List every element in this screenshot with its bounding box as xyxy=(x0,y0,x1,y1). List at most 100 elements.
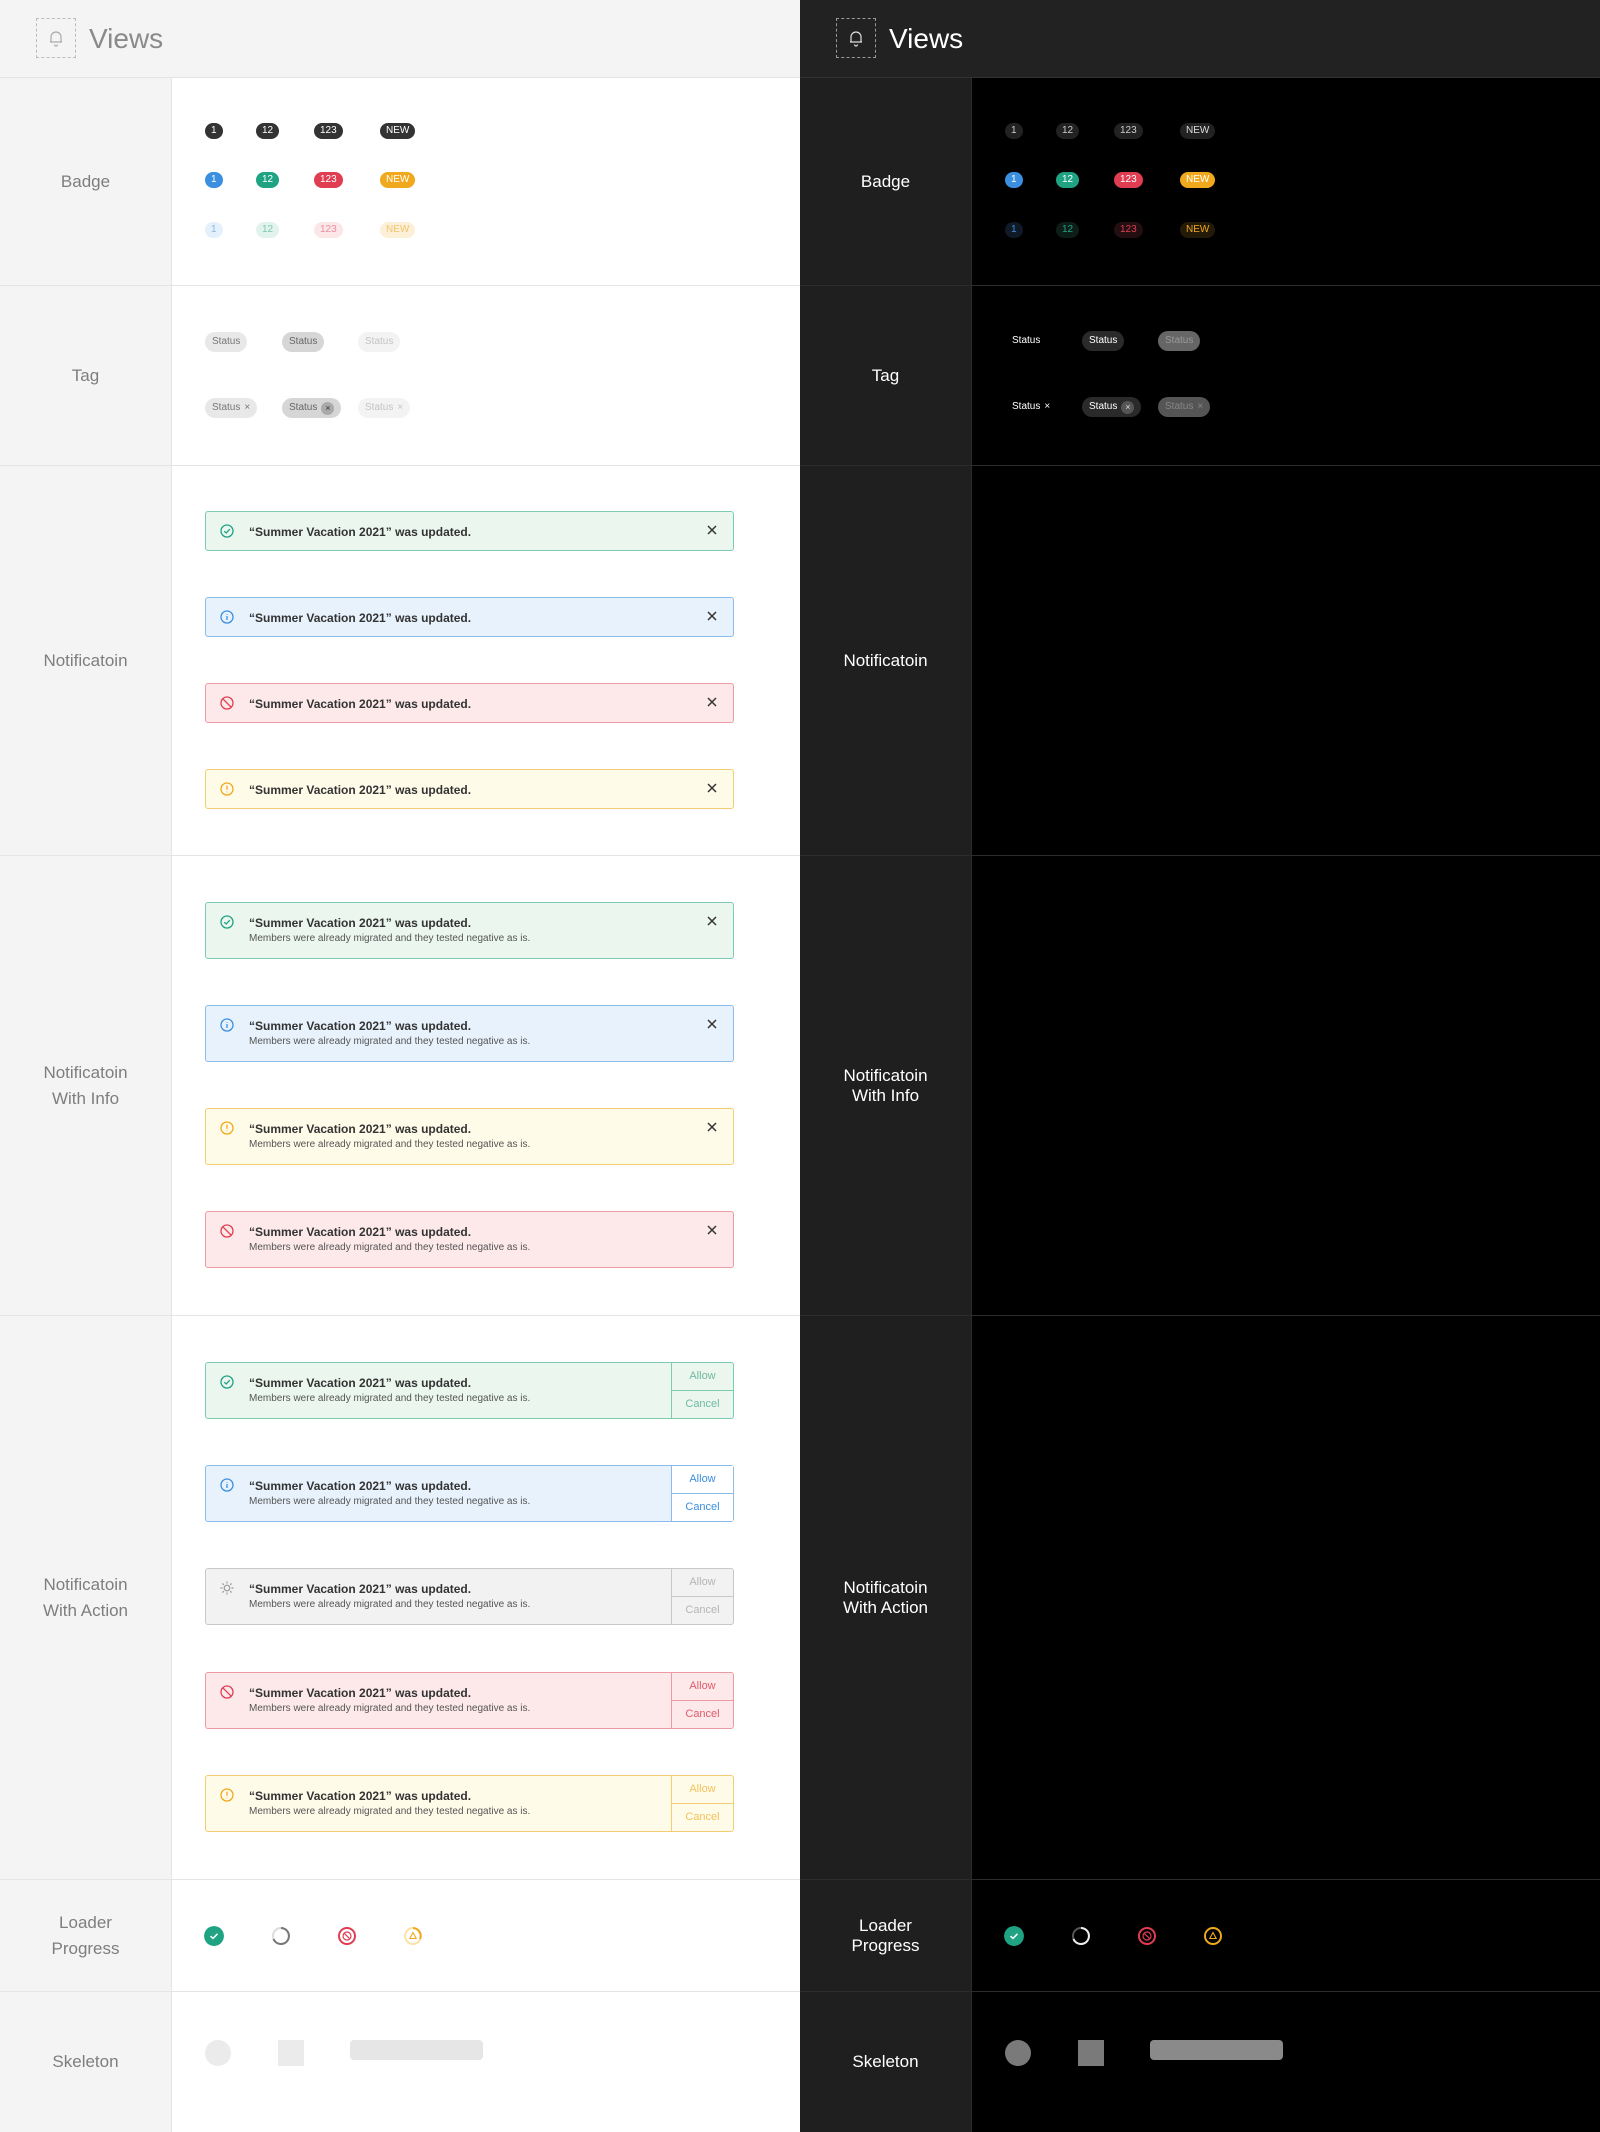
row-label-loader: Loader Progress xyxy=(0,1880,172,1992)
badge: 12 xyxy=(1056,172,1080,188)
bell-icon xyxy=(36,18,76,58)
notification-action-info: “Summer Vacation 2021” was updated. Memb… xyxy=(205,1465,734,1522)
light-header: Views xyxy=(0,0,800,78)
status-tag: Status xyxy=(1158,331,1201,351)
badge: 12 xyxy=(1056,222,1080,238)
badge: 12 xyxy=(256,222,280,238)
status-tag-closable[interactable]: Status × xyxy=(1082,397,1142,417)
badge: 1 xyxy=(205,123,223,139)
badge: 123 xyxy=(1114,222,1143,238)
bell-icon xyxy=(836,18,876,58)
close-icon[interactable] xyxy=(705,695,719,709)
close-icon[interactable] xyxy=(705,781,719,795)
cancel-button[interactable]: Cancel xyxy=(672,1391,733,1419)
close-icon[interactable]: × xyxy=(1044,402,1050,412)
notification-actions: Allow Cancel xyxy=(671,1466,733,1521)
notification-title: “Summer Vacation 2021” was updated. xyxy=(249,783,472,797)
notification-title: “Summer Vacation 2021” was updated. xyxy=(249,1582,472,1596)
notification-actions: Allow Cancel xyxy=(671,1673,733,1728)
notification-title: “Summer Vacation 2021” was updated. xyxy=(249,1789,472,1803)
cancel-button[interactable]: Cancel xyxy=(672,1804,733,1832)
status-tag[interactable]: Status xyxy=(1005,331,1048,351)
status-tag-closable[interactable]: Status × xyxy=(205,398,258,418)
cancel-button[interactable]: Cancel xyxy=(672,1597,733,1625)
notification-title: “Summer Vacation 2021” was updated. xyxy=(249,1225,472,1239)
notification-subtitle: Members were already migrated and they t… xyxy=(249,1242,531,1253)
row-label-notification-action: Notificatoin With Action xyxy=(800,1316,972,1880)
badge: 12 xyxy=(1056,123,1080,139)
notification-info: “Summer Vacation 2021” was updated. xyxy=(205,597,734,637)
check-circle-icon xyxy=(220,1375,234,1389)
close-icon[interactable] xyxy=(705,523,719,537)
blocked-icon xyxy=(220,1685,234,1699)
badge: 1 xyxy=(205,172,223,188)
dark-theme-panel: Views Badge Tag Notificatoin Notificatoi… xyxy=(800,0,1600,2132)
badge: NEW xyxy=(380,222,416,238)
allow-button[interactable]: Allow xyxy=(672,1673,733,1701)
allow-button[interactable]: Allow xyxy=(672,1569,733,1597)
row-label-skeleton: Skeleton xyxy=(800,1992,972,2132)
close-icon[interactable] xyxy=(705,1017,719,1031)
sun-icon xyxy=(220,1581,234,1595)
close-icon[interactable] xyxy=(705,914,719,928)
page-title: Views xyxy=(89,23,164,54)
badge: NEW xyxy=(380,172,416,188)
close-icon[interactable] xyxy=(705,1223,719,1237)
status-tag-closable[interactable]: Status × xyxy=(282,398,342,418)
badge: 1 xyxy=(1005,222,1023,238)
check-circle-icon xyxy=(220,915,234,929)
badge: NEW xyxy=(1180,222,1216,238)
notification-actions: Allow Cancel xyxy=(671,1776,733,1831)
loader-warning-icon xyxy=(1204,1927,1222,1945)
status-tag-closable[interactable]: Status × xyxy=(1005,397,1058,417)
row-label-badge: Badge xyxy=(800,78,972,286)
allow-button[interactable]: Allow xyxy=(672,1466,733,1494)
page-title: Views xyxy=(889,23,964,54)
row-label-loader: Loader Progress xyxy=(800,1880,972,1992)
notification-title: “Summer Vacation 2021” was updated. xyxy=(249,1376,472,1390)
close-icon[interactable]: × xyxy=(1121,400,1135,414)
status-tag-closable: Status × xyxy=(1158,397,1211,417)
notification-info-success: “Summer Vacation 2021” was updated. Memb… xyxy=(205,902,734,959)
blocked-icon xyxy=(220,1224,234,1238)
close-icon[interactable] xyxy=(705,609,719,623)
skeleton-line xyxy=(1150,2040,1283,2060)
notification-title: “Summer Vacation 2021” was updated. xyxy=(249,1019,472,1033)
allow-button[interactable]: Allow xyxy=(672,1363,733,1391)
row-label-badge: Badge xyxy=(0,78,172,286)
cancel-button[interactable]: Cancel xyxy=(672,1701,733,1729)
notification-subtitle: Members were already migrated and they t… xyxy=(249,1703,531,1714)
notification-info-warning: “Summer Vacation 2021” was updated. Memb… xyxy=(205,1108,734,1165)
cancel-button[interactable]: Cancel xyxy=(672,1494,733,1522)
close-icon: × xyxy=(1197,401,1204,412)
close-icon[interactable]: × xyxy=(321,401,335,415)
light-theme-panel: Views Badge Tag Notificatoin Notificatoi… xyxy=(0,0,800,2132)
row-label-notification: Notificatoin xyxy=(0,466,172,856)
row-label-notification-info: Notificatoin With Info xyxy=(0,856,172,1316)
notification-title: “Summer Vacation 2021” was updated. xyxy=(249,525,472,539)
loader-success-icon xyxy=(204,1926,224,1946)
badge: 123 xyxy=(314,172,343,188)
notification-title: “Summer Vacation 2021” was updated. xyxy=(249,916,472,930)
badge: 123 xyxy=(1114,172,1143,188)
blocked-icon xyxy=(220,696,234,710)
notification-subtitle: Members were already migrated and they t… xyxy=(249,1599,531,1610)
skeleton-line xyxy=(350,2040,483,2060)
allow-button[interactable]: Allow xyxy=(672,1776,733,1804)
row-label-tag: Tag xyxy=(800,286,972,466)
row-label-notification: Notificatoin xyxy=(800,466,972,856)
status-tag[interactable]: Status xyxy=(1082,331,1125,351)
close-icon[interactable] xyxy=(705,1120,719,1134)
notification-subtitle: Members were already migrated and they t… xyxy=(249,1393,531,1404)
badge: NEW xyxy=(1180,123,1216,139)
badge: 1 xyxy=(1005,172,1023,188)
loader-spinner-icon xyxy=(1072,1927,1090,1945)
notification-action-error: “Summer Vacation 2021” was updated. Memb… xyxy=(205,1672,734,1729)
close-icon[interactable]: × xyxy=(244,403,250,413)
notification-actions: Allow Cancel xyxy=(671,1363,733,1418)
info-icon xyxy=(220,610,234,624)
status-tag[interactable]: Status xyxy=(282,332,325,352)
skeleton-square xyxy=(1078,2040,1104,2066)
badge: 123 xyxy=(314,123,343,139)
status-tag[interactable]: Status xyxy=(205,332,248,352)
